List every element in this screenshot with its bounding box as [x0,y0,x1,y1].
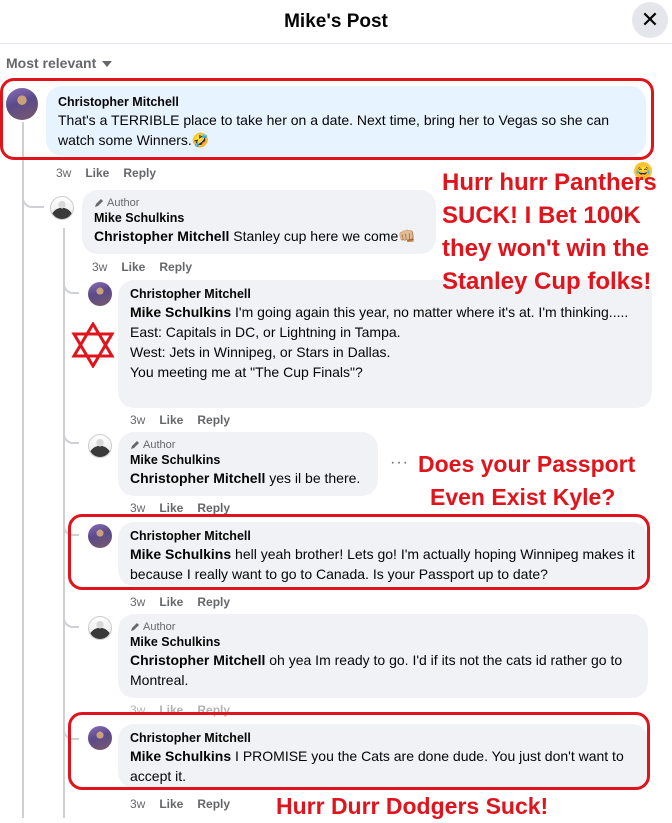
comment-actions: 3w Like Reply [130,413,230,427]
star-of-david-icon [71,322,115,368]
comment-text: Stanley cup here we come👊🏼 [229,228,416,244]
comment-actions: 3w Like Reply [130,797,230,811]
like-button[interactable]: Like [159,413,183,427]
author-badge: Author [130,438,366,452]
annotation-line: Stanley Cup folks! [442,268,652,295]
mention-tag[interactable]: Christopher Mitchell [94,228,229,244]
annotation-line: SUCK! I Bet 100K [442,202,641,229]
comment-text: yes il be there. [265,470,361,486]
dialog-title: Mike's Post [284,10,388,32]
like-button[interactable]: Like [159,501,183,515]
dialog-header: Mike's Post ✕ [0,0,672,44]
reply-button[interactable]: Reply [197,797,230,811]
comment-actions: 3w Like Reply [130,595,230,609]
comment-author[interactable]: Mike Schulkins [94,210,424,226]
mention-tag[interactable]: Mike Schulkins [130,304,231,320]
annotation-text: Does your Passport Even Exist Kyle? [418,448,635,514]
comment-author[interactable]: Mike Schulkins [130,452,366,468]
avatar[interactable] [50,196,74,220]
red-highlight-box [68,514,650,590]
close-icon[interactable]: ✕ [632,2,668,38]
author-badge-label: Author [107,197,140,209]
thread-elbow [63,276,79,294]
chevron-down-icon [102,61,113,67]
author-badge: Author [94,196,424,210]
thread-line [22,122,24,818]
like-button[interactable]: Like [121,260,145,274]
comment-text-line: East: Capitals in DC, or Lightning in Ta… [130,324,401,340]
comment-time[interactable]: 3w [130,501,145,515]
avatar[interactable] [88,434,112,458]
like-button[interactable]: Like [159,595,183,609]
annotation-text: Hurr hurr Panthers SUCK! I Bet 100K they… [442,166,657,298]
pencil-icon [131,441,139,449]
comment-time[interactable]: 3w [130,797,145,811]
author-badge-label: Author [143,439,176,451]
comment-time[interactable]: 3w [130,595,145,609]
comment-actions: 3w Like Reply [130,501,230,515]
thread-elbow [63,426,79,444]
comment-text-line: West: Jets in Winnipeg, or Stars in Dall… [130,344,391,360]
mention-tag[interactable]: Christopher Mitchell [130,652,265,668]
annotation-line: they won't win the [442,235,650,262]
like-button[interactable]: Like [85,166,109,180]
author-badge-label: Author [143,621,176,633]
comment-author[interactable]: Mike Schulkins [130,634,636,650]
mention-tag[interactable]: Christopher Mitchell [130,470,265,486]
pencil-icon [95,199,103,207]
reply-button[interactable]: Reply [197,413,230,427]
reply-button[interactable]: Reply [197,501,230,515]
comment-bubble: Author Mike Schulkins Christopher Mitche… [82,190,436,254]
avatar[interactable] [88,282,112,306]
comment-bubble: Christopher Mitchell Mike Schulkins I'm … [118,280,652,408]
like-button[interactable]: Like [159,797,183,811]
comment-time[interactable]: 3w [130,413,145,427]
sort-label: Most relevant [6,55,97,71]
comment-bubble: Author Mike Schulkins Christopher Mitche… [118,614,648,698]
comment-time[interactable]: 3w [56,166,71,180]
sort-dropdown[interactable]: Most relevant [6,55,113,71]
avatar[interactable] [88,616,112,640]
more-dots-icon[interactable]: ··· [390,454,409,472]
annotation-text: Hurr Durr Dodgers Suck! [276,793,549,819]
thread-elbow [22,186,44,208]
comment-actions: 3w Like Reply [92,260,192,274]
comment-actions: 3w Like Reply [56,166,156,180]
annotation-line: Does your Passport [418,451,636,477]
thread-elbow [63,610,79,628]
annotation-line: Even Exist Kyle? [430,484,616,510]
comment-bubble: Author Mike Schulkins Christopher Mitche… [118,432,378,496]
author-badge: Author [130,620,636,634]
reply-button[interactable]: Reply [159,260,192,274]
comment-text: I'm going again this year, no matter whe… [231,304,629,320]
pencil-icon [131,623,139,631]
red-highlight-box [68,712,650,790]
reply-button[interactable]: Reply [197,595,230,609]
comment-time[interactable]: 3w [92,260,107,274]
reply-button[interactable]: Reply [123,166,156,180]
red-highlight-box [0,78,654,160]
annotation-line: Hurr hurr Panthers [442,169,657,196]
comment-text-line: You meeting me at "The Cup Finals"? [130,364,363,380]
